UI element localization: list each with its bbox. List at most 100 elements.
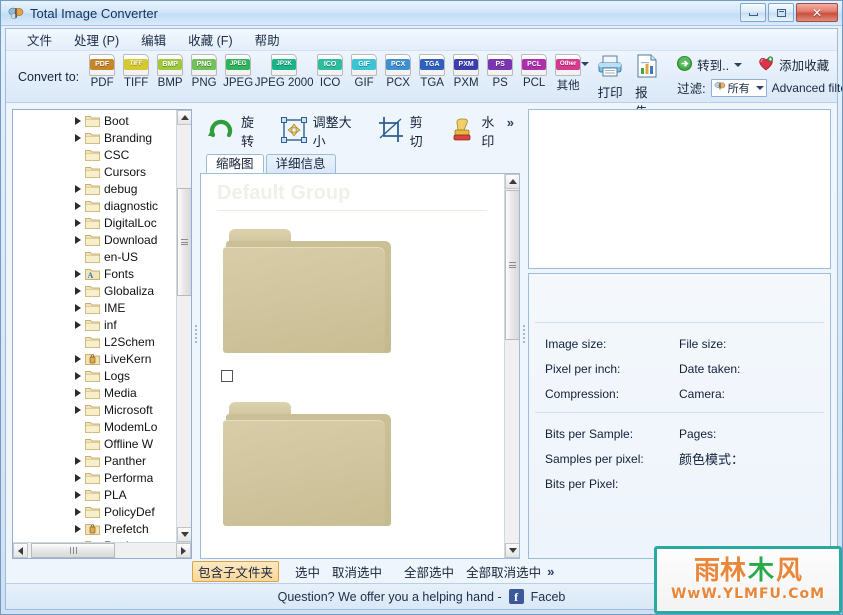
minimize-button[interactable] [740,3,766,22]
chevron-down-icon[interactable] [734,62,743,67]
maximize-button[interactable] [768,3,794,22]
deselect-button[interactable]: 取消选中 [326,561,388,582]
scroll-up-button[interactable] [505,174,519,189]
thumbnails-vertical-scrollbar[interactable] [504,174,519,558]
expand-arrow-icon[interactable] [73,269,83,279]
expand-arrow-icon[interactable] [73,235,83,245]
expand-arrow-icon[interactable] [73,405,83,415]
expand-arrow-icon[interactable] [73,201,83,211]
tree-item[interactable]: Media [13,384,191,401]
hscroll-thumb[interactable] [31,543,115,558]
image-preview[interactable] [528,109,831,269]
scroll-down-button[interactable] [177,527,191,542]
expand-arrow-icon[interactable] [73,371,83,381]
format-button-png[interactable]: PNG PNG [187,54,221,89]
format-button-pxm[interactable]: PXM PXM [449,54,483,89]
expand-arrow-icon[interactable] [73,303,83,313]
tree-horizontal-scrollbar[interactable] [13,542,191,558]
format-button-tiff[interactable]: TIFF TIFF [119,54,153,89]
tree-item[interactable]: inf [13,316,191,333]
tab-details[interactable]: 详细信息 [265,154,336,173]
scroll-thumb[interactable] [177,188,191,296]
thumbnail-list[interactable]: Default Group [200,173,520,559]
thumbnail-checkbox[interactable] [221,370,233,382]
tree-item[interactable]: ModemLo [13,418,191,435]
tree-item[interactable]: Microsoft [13,401,191,418]
tree-item[interactable]: IME [13,299,191,316]
format-button-jp2k[interactable]: JP2K JPEG 2000 [255,54,314,89]
tree-item[interactable]: A Fonts [13,265,191,282]
tree-item[interactable]: Prefetch [13,520,191,537]
deselect-all-button[interactable]: 全部取消选中 [460,561,547,582]
scroll-up-button[interactable] [177,110,191,125]
filter-dropdown[interactable]: 所有 [710,78,767,97]
menu-item-process[interactable]: 处理 (P) [63,28,130,52]
tree-item[interactable]: L2Schem [13,333,191,350]
tree-item[interactable]: Boot [13,112,191,129]
select-all-button[interactable]: 全部选中 [398,561,460,582]
expand-arrow-icon[interactable] [73,218,83,228]
format-button-other[interactable]: Other 其他 [551,54,590,93]
menu-item-file[interactable]: 文件 [16,28,63,52]
tree-item[interactable]: en-US [13,248,191,265]
thumbnail-item[interactable] [223,229,393,357]
scroll-left-button[interactable] [13,543,28,558]
tree-item[interactable]: Panther [13,452,191,469]
format-button-ps[interactable]: PS PS [483,54,517,89]
menu-item-edit[interactable]: 编辑 [130,28,177,52]
expand-arrow-icon[interactable] [73,320,83,330]
expand-arrow-icon[interactable] [73,286,83,296]
resize-button[interactable]: 调整大小 [280,112,363,150]
chevron-down-icon[interactable] [581,62,590,66]
tree-item[interactable]: Branding [13,129,191,146]
facebook-icon[interactable]: f [508,589,524,604]
tree-item[interactable]: Logs [13,367,191,384]
facebook-link[interactable]: Faceb [531,590,566,604]
expand-arrow-icon[interactable] [73,133,83,143]
format-button-pcl[interactable]: PCL PCL [517,54,551,89]
selection-overflow-icon[interactable]: » [547,564,558,579]
tree-item[interactable]: diagnostic [13,197,191,214]
tree-item[interactable]: Download [13,231,191,248]
expand-arrow-icon[interactable] [73,524,83,534]
tree-item[interactable]: LiveKern [13,350,191,367]
right-splitter[interactable] [520,105,528,563]
tree-item[interactable]: Offline W [13,435,191,452]
print-button[interactable]: 打印 [597,54,623,101]
expand-arrow-icon[interactable] [73,456,83,466]
advanced-filter-link[interactable]: Advanced filter [772,81,842,95]
tree-item[interactable]: CSC [13,146,191,163]
tab-thumbnails[interactable]: 缩略图 [206,154,264,173]
tree-item[interactable]: PLA [13,486,191,503]
tree-item[interactable]: Cursors [13,163,191,180]
toolbar-overflow-icon[interactable]: » [507,115,514,130]
expand-arrow-icon[interactable] [73,116,83,126]
close-button[interactable]: ✕ [796,3,838,22]
expand-arrow-icon[interactable] [73,184,83,194]
crop-button[interactable]: 剪切 [377,112,435,150]
tree-item[interactable]: DigitalLoc [13,214,191,231]
scroll-right-button[interactable] [176,543,191,558]
format-button-pdf[interactable]: PDF PDF [85,54,119,89]
include-subfolders-button[interactable]: 包含子文件夹 [192,560,280,582]
goto-label[interactable]: 转到.. [697,55,729,74]
format-button-bmp[interactable]: BMP BMP [153,54,187,89]
format-button-jpeg[interactable]: JPEG JPEG [221,54,255,89]
chevron-down-icon[interactable] [755,85,764,90]
rotate-button[interactable]: 旋转 [206,112,266,150]
format-button-pcx[interactable]: PCX PCX [381,54,415,89]
left-splitter[interactable] [192,105,200,563]
format-button-gif[interactable]: GIF GIF [347,54,381,89]
scroll-thumb[interactable] [505,190,519,340]
tree-item[interactable]: PolicyDef [13,503,191,520]
format-button-tga[interactable]: TGA TGA [415,54,449,89]
expand-arrow-icon[interactable] [73,473,83,483]
tree-item[interactable]: debug [13,180,191,197]
watermark-button[interactable]: 水印 [448,112,506,150]
tree-item[interactable]: Performa [13,469,191,486]
format-button-ico[interactable]: ICO ICO [313,54,347,89]
expand-arrow-icon[interactable] [73,388,83,398]
scroll-down-button[interactable] [505,543,519,558]
tree-vertical-scrollbar[interactable] [176,110,191,542]
tree-item[interactable]: Globaliza [13,282,191,299]
